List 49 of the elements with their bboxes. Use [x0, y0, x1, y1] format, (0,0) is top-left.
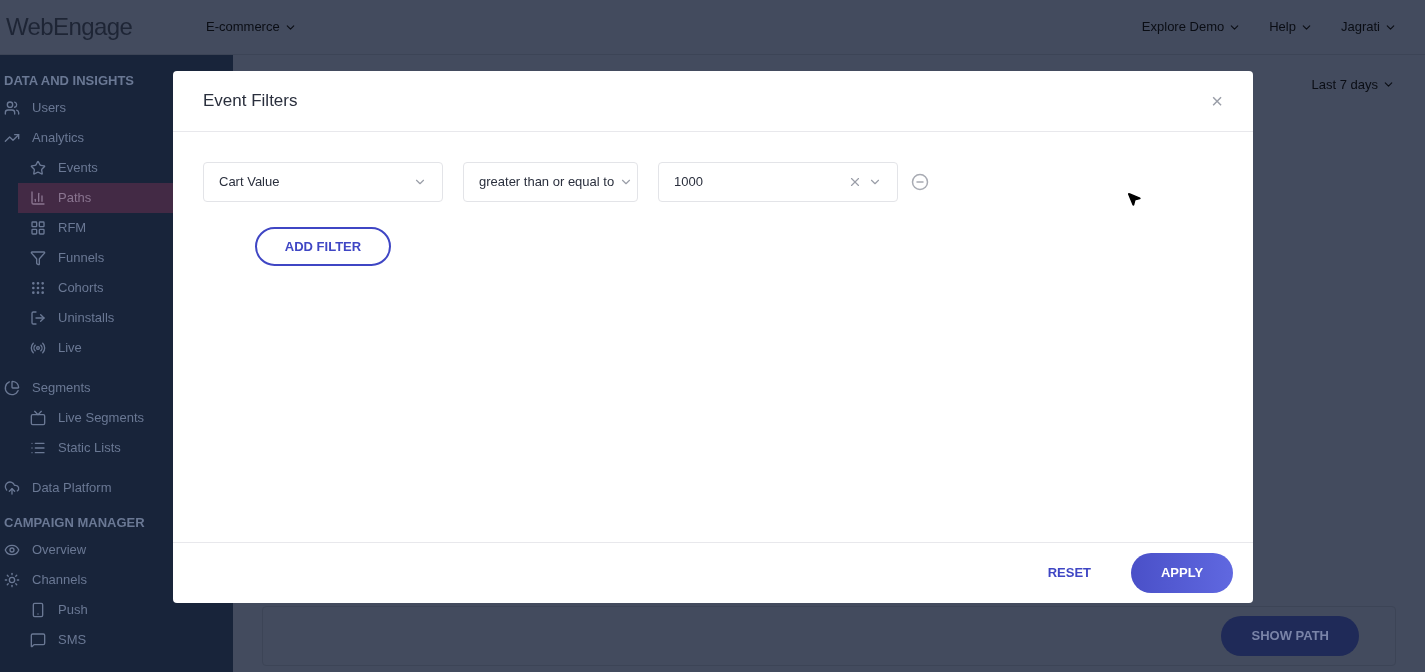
sidebar-item[interactable]: Channels	[0, 565, 233, 595]
sidebar-item[interactable]: Analytics	[0, 123, 233, 153]
value-field[interactable]: 1000	[658, 162, 898, 202]
sidebar-item[interactable]: Live	[18, 333, 233, 363]
grid-icon	[30, 220, 46, 236]
project-dropdown[interactable]: E-commerce	[206, 17, 297, 37]
date-range-dropdown[interactable]: Last 7 days	[1311, 75, 1395, 95]
phone-icon	[30, 602, 46, 618]
reset-button[interactable]: RESET	[1047, 563, 1091, 583]
sidebar-item[interactable]: RFM	[18, 213, 233, 243]
sidebar-item[interactable]: Overview	[0, 535, 233, 565]
cloud-icon	[4, 480, 20, 496]
attribute-dropdown[interactable]: Cart Value	[203, 162, 443, 202]
apply-button[interactable]: APPLY	[1131, 553, 1233, 593]
sidebar-item[interactable]: Segments	[0, 373, 233, 403]
eye-icon	[4, 542, 20, 558]
list-icon	[30, 440, 46, 456]
header-menu[interactable]: Explore Demo	[1141, 17, 1242, 37]
section-heading: DATA AND INSIGHTS	[3, 72, 135, 90]
remove-icon[interactable]	[911, 173, 929, 191]
users-icon	[4, 100, 20, 116]
sidebar-item[interactable]: SMS	[18, 625, 233, 655]
cursor-icon	[1126, 191, 1142, 207]
funnel-icon	[30, 250, 46, 266]
chat-icon	[30, 632, 46, 648]
header-menu[interactable]: Help	[1269, 17, 1313, 37]
sidebar-item[interactable]: Push	[18, 595, 233, 625]
add-filter-button[interactable]: ADD FILTER	[255, 227, 391, 266]
dots-grid-icon	[30, 280, 46, 296]
sidebar-item[interactable]: Static Lists	[18, 433, 233, 463]
sidebar-item[interactable]: Uninstalls	[18, 303, 233, 333]
tv-icon	[30, 410, 46, 426]
bar-chart-icon	[30, 190, 46, 206]
sun-icon	[4, 572, 20, 588]
sidebar-item[interactable]: Cohorts	[18, 273, 233, 303]
exit-icon	[30, 310, 46, 326]
clear-icon[interactable]	[848, 175, 862, 189]
broadcast-icon	[30, 340, 46, 356]
section-heading: CAMPAIGN MANAGER	[3, 514, 146, 532]
pie-chart-icon	[4, 380, 20, 396]
show-path-button[interactable]: SHOW PATH	[1221, 616, 1359, 656]
operator-dropdown[interactable]: greater than or equal to	[463, 162, 638, 202]
star-icon	[30, 160, 46, 176]
header-menu[interactable]: Jagrati	[1340, 17, 1397, 37]
sidebar-item[interactable]: Data Platform	[0, 473, 233, 503]
dialog-title: Event Filters	[203, 90, 298, 113]
close-button[interactable]: ×	[1211, 91, 1223, 111]
sidebar-item[interactable]: Funnels	[18, 243, 233, 273]
sidebar-item[interactable]: Live Segments	[18, 403, 233, 433]
